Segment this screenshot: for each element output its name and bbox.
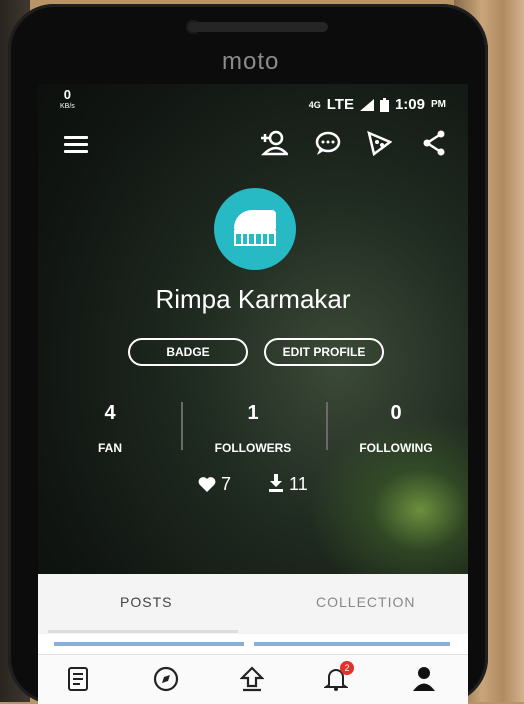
status-bar: 0 KB/s 4G LTE 1:09 PM (38, 84, 468, 124)
clock-ampm: PM (431, 99, 446, 110)
share-icon[interactable] (422, 130, 446, 156)
content-tabs: POSTS COLLECTION (38, 574, 468, 634)
stat-followers[interactable]: 1 FOLLOWERS (193, 402, 313, 455)
stat-following-label: FOLLOWING (359, 441, 433, 455)
edit-profile-button[interactable]: EDIT PROFILE (264, 338, 384, 366)
likes-count: 7 (221, 474, 232, 494)
top-toolbar (38, 128, 468, 168)
network-type: LTE (326, 96, 354, 113)
bottom-navigation: 2 (38, 654, 468, 704)
tab-indicator (48, 630, 238, 633)
signal-icon (359, 98, 374, 111)
post-preview-bar (54, 642, 244, 646)
content-preview (38, 634, 468, 654)
add-user-icon[interactable] (260, 130, 288, 156)
phone-device: moto 0 KB/s 4G LTE 1:09 PM Rimpa Karmaka… (8, 4, 488, 704)
stat-followers-label: FOLLOWERS (214, 441, 292, 455)
stat-following[interactable]: 0 FOLLOWING (336, 402, 456, 455)
stat-fan-label: FAN (98, 441, 122, 455)
network-speed-value: 0 (63, 87, 72, 102)
download-icon (269, 474, 283, 492)
hamburger-menu-icon[interactable] (64, 132, 88, 157)
tab-collection[interactable]: COLLECTION (316, 594, 415, 610)
chat-icon[interactable] (314, 130, 342, 156)
profile-person-icon[interactable] (410, 665, 438, 693)
notification-count-badge: 2 (340, 661, 354, 675)
network-4g-label: 4G (308, 99, 321, 110)
stat-divider (181, 402, 183, 450)
network-speed-unit: KB/s (60, 103, 75, 110)
badge-button[interactable]: BADGE (128, 338, 248, 366)
battery-icon (379, 97, 389, 112)
network-speed: 0 KB/s (60, 87, 75, 112)
profile-stats: 4 FAN 1 FOLLOWERS 0 FOLLOWING (38, 402, 468, 462)
upload-icon[interactable] (238, 665, 266, 693)
likes-count-group: 7 (198, 474, 231, 495)
feed-icon[interactable] (64, 665, 92, 693)
tab-posts[interactable]: POSTS (120, 594, 172, 610)
pizza-icon[interactable] (366, 130, 392, 156)
profile-name: Rimpa Karmakar (155, 284, 351, 314)
app-screen: 0 KB/s 4G LTE 1:09 PM Rimpa Karmakar BAD… (38, 84, 468, 704)
avatar[interactable] (214, 188, 296, 270)
stat-fan[interactable]: 4 FAN (50, 402, 170, 455)
heart-icon (198, 477, 216, 492)
stat-following-value: 0 (390, 402, 402, 424)
stat-divider (326, 402, 328, 450)
phone-top-bezel: moto (8, 4, 488, 94)
piano-icon (234, 210, 276, 230)
downloads-count: 11 (289, 474, 308, 494)
collection-preview-bar (254, 642, 450, 646)
clock-time: 1:09 (394, 96, 425, 113)
earpiece-speaker (188, 22, 328, 32)
brand-logo: moto (222, 48, 280, 75)
piano-keys (234, 230, 276, 246)
downloads-count-group: 11 (268, 474, 308, 495)
notifications-bell-icon[interactable]: 2 (322, 661, 354, 693)
explore-compass-icon[interactable] (152, 665, 180, 693)
stat-fan-value: 4 (104, 402, 116, 424)
status-right: 4G LTE 1:09 PM (309, 96, 446, 113)
stat-followers-value: 1 (247, 402, 259, 424)
